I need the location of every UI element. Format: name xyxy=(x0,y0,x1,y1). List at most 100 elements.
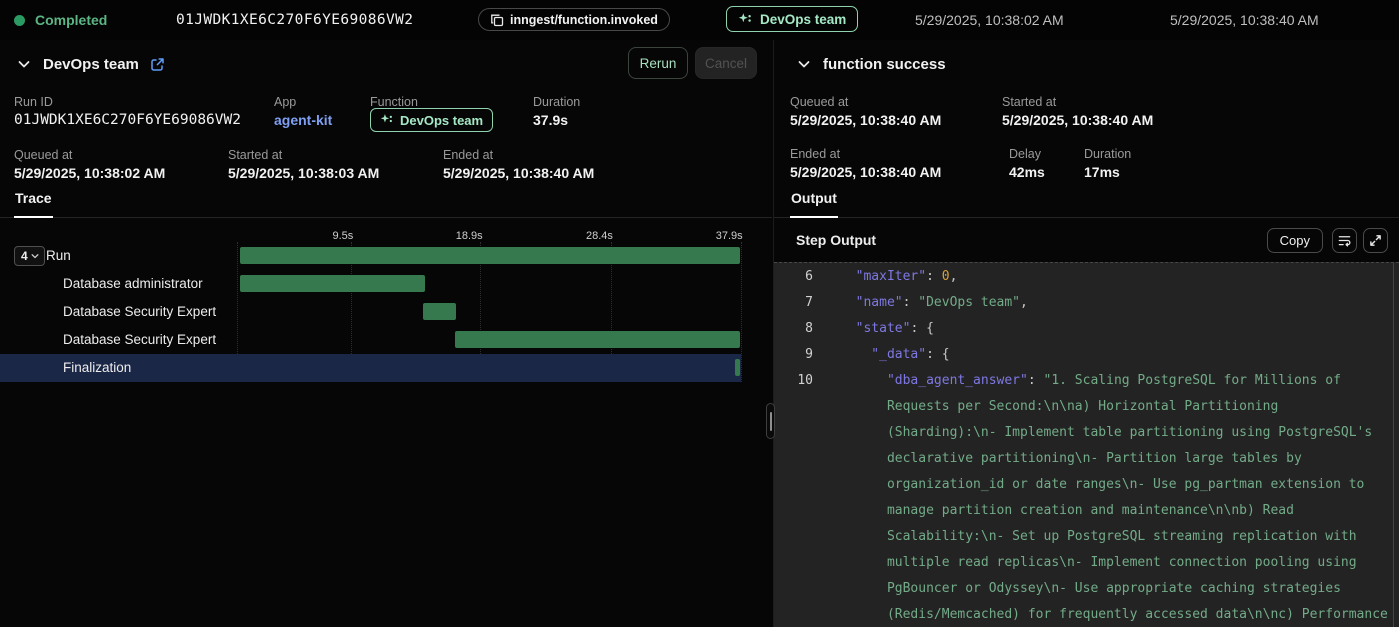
run-header-bar: Completed 01JWDK1XE6C270F6YE69086VW2 inn… xyxy=(0,0,1399,40)
chevron-down-icon xyxy=(16,56,32,72)
trace-row-label: Run xyxy=(46,242,71,270)
collapse-run-button[interactable] xyxy=(14,54,34,74)
child-count: 4 xyxy=(21,249,28,263)
ended-at-value: 5/29/2025, 10:38:40 AM xyxy=(443,165,594,181)
trace-row-label: Database Security Expert xyxy=(63,298,216,326)
queued-at-value: 5/29/2025, 10:38:02 AM xyxy=(14,165,165,181)
panel-resize-handle[interactable] xyxy=(766,403,775,439)
gridline xyxy=(741,242,742,382)
duration-label: Duration xyxy=(533,95,580,109)
code-line: 6 "maxIter": 0, xyxy=(774,264,1399,290)
step-title: function success xyxy=(823,56,946,73)
function-badge[interactable]: DevOps team xyxy=(726,6,858,32)
started-at-value: 5/29/2025, 10:38:03 AM xyxy=(228,165,379,181)
run-details-panel: DevOps team Rerun Cancel Run ID 01JWDK1X… xyxy=(0,40,772,627)
trace-row-database-security-expert[interactable]: Database Security Expert xyxy=(0,326,741,354)
code-line-content: "name": "DevOps team", xyxy=(840,290,1390,316)
open-run-link[interactable] xyxy=(148,54,168,74)
trace-row-bars xyxy=(237,270,740,298)
trace-row-bars xyxy=(237,242,740,270)
trace-row-bars xyxy=(237,298,740,326)
queued-at-label: Queued at xyxy=(14,148,72,162)
started-at-label: Started at xyxy=(228,148,282,162)
trace-rows: 4RunDatabase administratorDatabase Secur… xyxy=(0,242,741,382)
app-label: App xyxy=(274,95,296,109)
trace-waterfall: 9.5s18.9s28.4s37.9s 4RunDatabase adminis… xyxy=(0,228,772,627)
step-started-value: 5/29/2025, 10:38:40 AM xyxy=(1002,112,1153,128)
chevron-down-icon xyxy=(30,251,40,261)
step-output-title: Step Output xyxy=(796,219,876,262)
step-started-label: Started at xyxy=(1002,95,1056,109)
code-line: 7 "name": "DevOps team", xyxy=(774,290,1399,316)
line-number: 7 xyxy=(774,290,813,316)
step-queued-label: Queued at xyxy=(790,95,848,109)
run-id-value: 01JWDK1XE6C270F6YE69086VW2 xyxy=(14,112,241,128)
function-value-badge[interactable]: DevOps team xyxy=(370,108,493,132)
function-value-label: DevOps team xyxy=(400,113,483,128)
right-tabbar: Output xyxy=(774,190,1399,218)
code-line-content: "state": { xyxy=(840,316,1390,342)
trace-row-database-security-expert[interactable]: Database Security Expert xyxy=(0,298,741,326)
word-wrap-button[interactable] xyxy=(1332,228,1357,253)
rerun-button[interactable]: Rerun xyxy=(628,47,688,79)
trace-row-bars xyxy=(237,354,740,382)
code-line-content: "maxIter": 0, xyxy=(840,264,1390,290)
step-output-code[interactable]: 6 "maxIter": 0, 7 "name": "DevOps team", 8 "s… xyxy=(774,262,1399,627)
code-line-content: "dba_agent_answer": "1. Scaling PostgreS… xyxy=(840,368,1390,627)
span-bar[interactable] xyxy=(735,359,740,376)
queued-timestamp: 5/29/2025, 10:38:02 AM xyxy=(915,0,1064,40)
code-scrollbar[interactable] xyxy=(1393,262,1399,627)
step-delay-label: Delay xyxy=(1009,147,1041,161)
duration-value: 37.9s xyxy=(533,112,568,128)
tab-trace[interactable]: Trace xyxy=(14,190,53,218)
step-ended-label: Ended at xyxy=(790,147,840,161)
external-link-icon xyxy=(150,57,165,72)
trace-row-run[interactable]: 4 Run xyxy=(0,242,741,270)
trace-row-bars xyxy=(237,326,740,354)
tab-output[interactable]: Output xyxy=(790,190,838,218)
chevron-down-icon xyxy=(796,56,812,72)
function-badge-label: DevOps team xyxy=(760,12,846,27)
left-tabbar: Trace xyxy=(0,190,772,218)
function-sparkle-icon xyxy=(738,12,753,27)
function-sparkle-icon xyxy=(380,113,394,127)
event-icon xyxy=(490,13,504,27)
trigger-event-badge[interactable]: inngest/function.invoked xyxy=(478,8,670,31)
child-count-toggle[interactable]: 4 xyxy=(14,246,45,266)
word-wrap-icon xyxy=(1337,233,1352,248)
trace-row-label: Database Security Expert xyxy=(63,326,216,354)
trace-row-database-administrator[interactable]: Database administrator xyxy=(0,270,741,298)
app-link[interactable]: agent-kit xyxy=(274,112,332,128)
step-details-panel: function success Queued at 5/29/2025, 10… xyxy=(773,40,1399,627)
axis-tick-label: 9.5s xyxy=(332,230,353,242)
ended-timestamp: 5/29/2025, 10:38:40 AM xyxy=(1170,0,1319,40)
collapse-step-button[interactable] xyxy=(794,54,814,74)
run-status: Completed xyxy=(14,0,107,40)
copy-button[interactable]: Copy xyxy=(1267,228,1323,253)
function-label: Function xyxy=(370,95,418,109)
expand-icon xyxy=(1369,234,1382,247)
line-number: 8 xyxy=(774,316,813,342)
span-bar[interactable] xyxy=(423,303,456,320)
trace-row-label: Database administrator xyxy=(63,270,203,298)
axis-tick-label: 18.9s xyxy=(456,230,483,242)
axis-tick-label: 28.4s xyxy=(586,230,613,242)
span-bar[interactable] xyxy=(455,331,740,348)
expand-button[interactable] xyxy=(1363,228,1388,253)
span-bar[interactable] xyxy=(240,275,425,292)
run-id-header: 01JWDK1XE6C270F6YE69086VW2 xyxy=(176,0,413,40)
status-label: Completed xyxy=(35,12,107,28)
code-line-content: "_data": { xyxy=(840,342,1390,368)
line-number: 10 xyxy=(774,368,813,394)
trace-row-label: Finalization xyxy=(63,354,131,382)
cancel-button[interactable]: Cancel xyxy=(695,47,757,79)
span-bar[interactable] xyxy=(240,247,740,264)
code-line: 9 "_data": { xyxy=(774,342,1399,368)
line-number: 6 xyxy=(774,264,813,290)
trace-row-finalization[interactable]: Finalization xyxy=(0,354,741,382)
step-queued-value: 5/29/2025, 10:38:40 AM xyxy=(790,112,941,128)
step-delay-value: 42ms xyxy=(1009,164,1045,180)
line-number: 9 xyxy=(774,342,813,368)
run-id-label: Run ID xyxy=(14,95,53,109)
code-line: 8 "state": { xyxy=(774,316,1399,342)
